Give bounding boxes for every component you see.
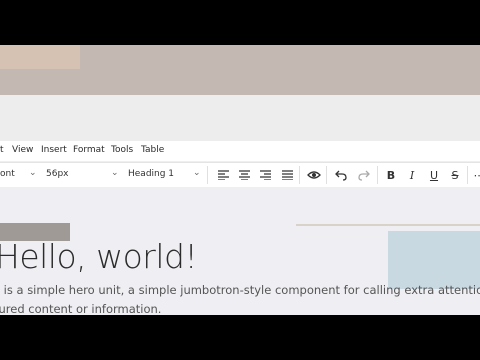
chevron-down-icon: ⌄ <box>29 168 37 178</box>
preview-icon[interactable] <box>305 166 323 184</box>
editor-frame: t View Insert Format Tools Table ont ⌄ 5… <box>0 45 480 315</box>
font-size-select[interactable]: 56px <box>46 169 69 179</box>
redo-icon[interactable] <box>355 166 373 184</box>
chevron-down-icon: ⌄ <box>193 168 201 178</box>
menu-view[interactable]: View <box>12 145 33 155</box>
menu-format[interactable]: Format <box>73 145 105 155</box>
underline-icon[interactable]: U <box>425 166 443 184</box>
menu-insert[interactable]: Insert <box>41 145 67 155</box>
more-icon[interactable]: ⋯ <box>470 166 480 184</box>
menu-tools[interactable]: Tools <box>111 145 133 155</box>
bold-icon[interactable]: B <box>382 166 400 184</box>
divider-line <box>296 224 480 226</box>
hero-heading: Hello, world! <box>0 237 198 276</box>
toolbar-separator <box>299 166 300 184</box>
hero-lead-text: tured content or information. <box>0 302 162 315</box>
menu-edit[interactable]: t <box>0 145 4 155</box>
italic-icon[interactable]: I <box>403 166 421 184</box>
chevron-down-icon: ⌄ <box>111 168 119 178</box>
hero-lead-text: s is a simple hero unit, a simple jumbot… <box>0 283 480 297</box>
align-right-icon[interactable] <box>256 166 274 184</box>
editor-content[interactable]: Hello, world! s is a simple hero unit, a… <box>0 187 480 315</box>
strikethrough-icon[interactable]: S <box>446 166 464 184</box>
menu-table[interactable]: Table <box>141 145 164 155</box>
menubar: t View Insert Format Tools Table <box>0 141 480 161</box>
banner-gap <box>0 95 480 141</box>
align-center-icon[interactable] <box>235 166 253 184</box>
toolbar-separator <box>207 166 208 184</box>
banner-swatch <box>0 45 80 69</box>
block-format-select[interactable]: Heading 1 <box>128 169 174 179</box>
top-banner <box>0 45 480 95</box>
toolbar-separator <box>326 166 327 184</box>
image-placeholder <box>388 231 480 289</box>
undo-icon[interactable] <box>332 166 350 184</box>
align-justify-icon[interactable] <box>278 166 296 184</box>
toolbar-separator <box>467 166 468 184</box>
toolbar-separator <box>377 166 378 184</box>
editor-toolbar: ont ⌄ 56px ⌄ Heading 1 ⌄ B I U S ⋯ <box>0 162 480 188</box>
font-family-select[interactable]: ont <box>0 169 15 179</box>
align-left-icon[interactable] <box>214 166 232 184</box>
